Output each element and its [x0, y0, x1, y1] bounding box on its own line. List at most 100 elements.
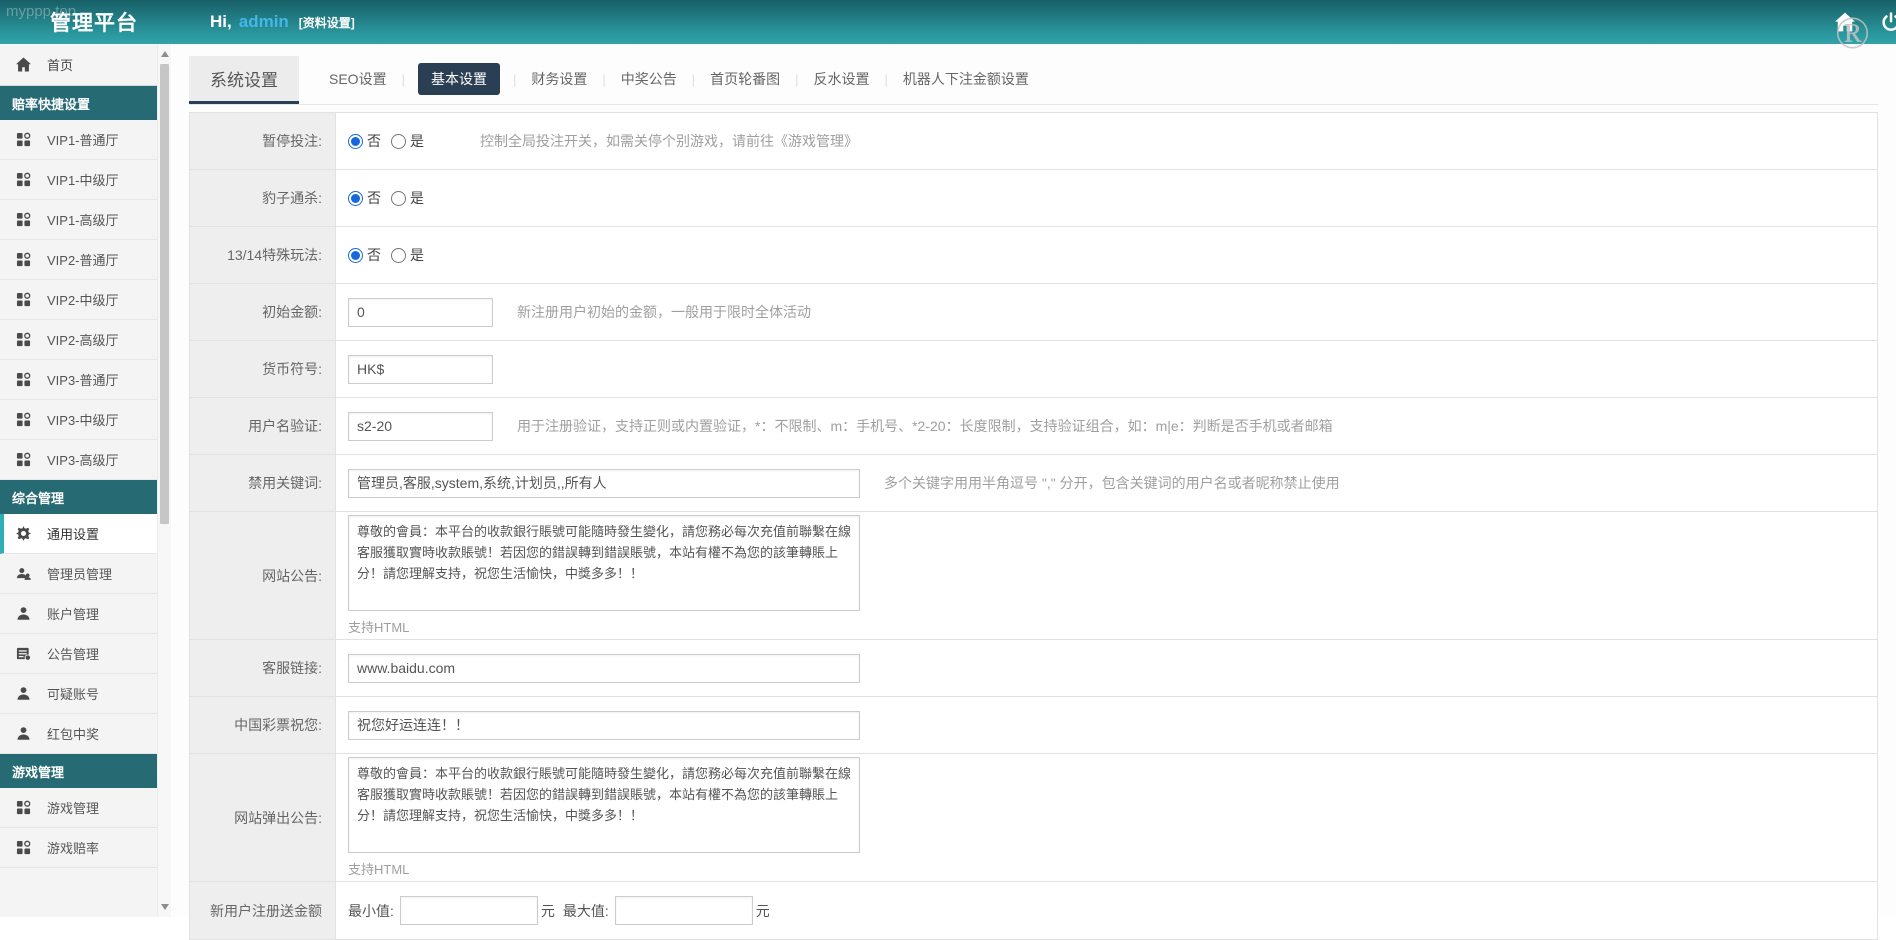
tab-rebate-settings[interactable]: 反水设置 [812, 63, 872, 95]
profile-settings-link[interactable]: [资料设置] [299, 14, 355, 31]
rooms-grid-icon [16, 840, 31, 855]
sidebar-item-vip2-mid[interactable]: VIP2-中级厅 [0, 280, 157, 320]
radio-option-no[interactable]: 否 [348, 188, 381, 208]
field-label: 网站公告: [190, 512, 336, 639]
field-label: 豹子通杀: [190, 170, 336, 226]
tab-seo-settings[interactable]: SEO设置 [327, 63, 389, 95]
bonus-min-input[interactable] [399, 896, 538, 925]
sidebar-item-general-settings[interactable]: 通用设置 [0, 514, 157, 554]
rooms-grid-icon [16, 252, 31, 267]
site-announcement-textarea[interactable]: 尊敬的會員：本平台的收款銀行賬號可能隨時發生變化，請您務必每次充值前聯繫在線客服… [348, 515, 860, 611]
registered-watermark: ® [1835, 7, 1870, 58]
field-hint: 新注册用户初始的金额，一般用于限时全体活动 [517, 304, 811, 320]
radio-option-yes[interactable]: 是 [391, 245, 424, 265]
power-icon[interactable] [1881, 12, 1896, 32]
radio-option-yes[interactable]: 是 [391, 188, 424, 208]
field-label: 用户名验证: [190, 398, 336, 454]
tab-robot-bet-amount-settings[interactable]: 机器人下注金额设置 [901, 63, 1031, 95]
tab-winning-announcement[interactable]: 中奖公告 [619, 63, 679, 95]
sidebar-item-vip2-high[interactable]: VIP2-高级厅 [0, 320, 157, 360]
sidebar-item-announcement-management[interactable]: 公告管理 [0, 634, 157, 674]
sidebar-nav: 首页 赔率快捷设置 VIP1-普通厅 VIP1-中级厅 VIP1-高级厅 VIP… [0, 44, 157, 917]
site-watermark: myppp.top [6, 3, 77, 20]
sidebar-scrollbar[interactable] [157, 44, 171, 917]
username: admin [238, 12, 289, 31]
scrollbar-thumb[interactable] [160, 64, 169, 524]
tab-home-carousel[interactable]: 首页轮番图 [708, 63, 782, 95]
initial-amount-input[interactable] [348, 297, 493, 327]
support-link-input[interactable] [348, 653, 860, 683]
field-label: 初始金额: [190, 284, 336, 340]
form-row-pause-betting: 暂停投注: 否 是 控制全局投注开关，如需关停个别游戏，请前往《游戏管理》 [190, 113, 1877, 170]
sidebar-item-vip1-mid[interactable]: VIP1-中级厅 [0, 160, 157, 200]
radio-option-yes[interactable]: 是 [391, 131, 424, 151]
field-hint: 控制全局投注开关，如需关停个别游戏，请前往《游戏管理》 [480, 133, 858, 149]
settings-tab-bar: 系统设置 SEO设置 基本设置 财务设置 中奖公告 首页轮番图 反水设置 机器人… [189, 56, 1878, 105]
sidebar-section-odds-quick-settings: 赔率快捷设置 [0, 86, 157, 120]
field-label: 13/14特殊玩法: [190, 227, 336, 283]
form-row-currency-symbol: 货币符号: [190, 341, 1877, 398]
radio-option-no[interactable]: 否 [348, 245, 381, 265]
banned-keywords-input[interactable] [348, 468, 860, 498]
sidebar-section-general-management: 综合管理 [0, 480, 157, 514]
home-icon [16, 57, 31, 72]
tab-group-title: 系统设置 [189, 56, 299, 104]
scroll-up-icon[interactable] [161, 51, 169, 57]
rooms-grid-icon [16, 372, 31, 387]
sidebar-item-vip2-normal[interactable]: VIP2-普通厅 [0, 240, 157, 280]
sidebar-item-vip1-normal[interactable]: VIP1-普通厅 [0, 120, 157, 160]
field-label: 货币符号: [190, 341, 336, 397]
radio-yes[interactable] [391, 247, 406, 263]
scroll-down-icon[interactable] [161, 904, 169, 910]
sidebar-item-admin-management[interactable]: 管理员管理 [0, 554, 157, 594]
user-icon [17, 607, 30, 620]
form-row-leopard-kill: 豹子通杀: 否 是 [190, 170, 1877, 227]
rooms-grid-icon [16, 172, 31, 187]
tab-basic-settings[interactable]: 基本设置 [417, 63, 500, 95]
radio-no[interactable] [348, 133, 363, 149]
user-icon [17, 687, 30, 700]
main-content: 系统设置 SEO设置 基本设置 财务设置 中奖公告 首页轮番图 反水设置 机器人… [172, 44, 1896, 940]
greeting-prefix: Hi, [210, 12, 232, 31]
radio-yes[interactable] [391, 133, 406, 149]
rooms-grid-icon [16, 292, 31, 307]
lottery-wish-input[interactable] [348, 710, 860, 740]
form-row-initial-amount: 初始金额: 新注册用户初始的金额，一般用于限时全体活动 [190, 284, 1877, 341]
popup-announcement-textarea[interactable]: 尊敬的會員：本平台的收款銀行賬號可能隨時發生變化，請您務必每次充值前聯繫在線客服… [348, 757, 860, 853]
sidebar-section-game-management: 游戏管理 [0, 754, 157, 788]
sidebar-item-redpacket-winning[interactable]: 红包中奖 [0, 714, 157, 754]
sidebar-item-game-odds[interactable]: 游戏赔率 [0, 828, 157, 868]
sidebar-item-account-management[interactable]: 账户管理 [0, 594, 157, 634]
sidebar-item-vip3-normal[interactable]: VIP3-普通厅 [0, 360, 157, 400]
rooms-grid-icon [16, 412, 31, 427]
sidebar-item-game-management[interactable]: 游戏管理 [0, 788, 157, 828]
sidebar-item-vip3-high[interactable]: VIP3-高级厅 [0, 440, 157, 480]
sidebar-item-home[interactable]: 首页 [0, 44, 157, 86]
field-label: 新用户注册送金额 [190, 882, 336, 939]
radio-yes[interactable] [391, 190, 406, 206]
field-hint: 多个关键字用用半角逗号 "," 分开，包含关键词的用户名或者昵称禁止使用 [884, 475, 1340, 491]
sidebar-item-vip1-high[interactable]: VIP1-高级厅 [0, 200, 157, 240]
form-row-special-play: 13/14特殊玩法: 否 是 [190, 227, 1877, 284]
form-row-site-announcement: 网站公告: 尊敬的會員：本平台的收款銀行賬號可能隨時發生變化，請您務必每次充值前… [190, 512, 1877, 640]
username-validation-input[interactable] [348, 411, 493, 441]
currency-unit: 元 [755, 902, 770, 919]
min-value-label: 最小值: [348, 902, 394, 919]
sidebar-item-suspicious-accounts[interactable]: 可疑账号 [0, 674, 157, 714]
radio-no[interactable] [348, 247, 363, 263]
field-hint: 用于注册验证，支持正则或内置验证，*：不限制、m：手机号、*2-20：长度限制，… [517, 418, 1333, 434]
field-label: 中国彩票祝您: [190, 697, 336, 753]
radio-no[interactable] [348, 190, 363, 206]
form-row-username-validation: 用户名验证: 用于注册验证，支持正则或内置验证，*：不限制、m：手机号、*2-2… [190, 398, 1877, 455]
form-row-banned-keywords: 禁用关键词: 多个关键字用用半角逗号 "," 分开，包含关键词的用户名或者昵称禁… [190, 455, 1877, 512]
news-icon [16, 647, 31, 661]
field-label: 网站弹出公告: [190, 754, 336, 881]
rooms-grid-icon [16, 452, 31, 467]
sidebar-item-label: 首页 [47, 58, 74, 73]
bonus-max-input[interactable] [614, 896, 753, 925]
user-icon [17, 727, 30, 740]
currency-symbol-input[interactable] [348, 354, 493, 384]
radio-option-no[interactable]: 否 [348, 131, 381, 151]
sidebar-item-vip3-mid[interactable]: VIP3-中级厅 [0, 400, 157, 440]
tab-finance-settings[interactable]: 财务设置 [529, 63, 589, 95]
